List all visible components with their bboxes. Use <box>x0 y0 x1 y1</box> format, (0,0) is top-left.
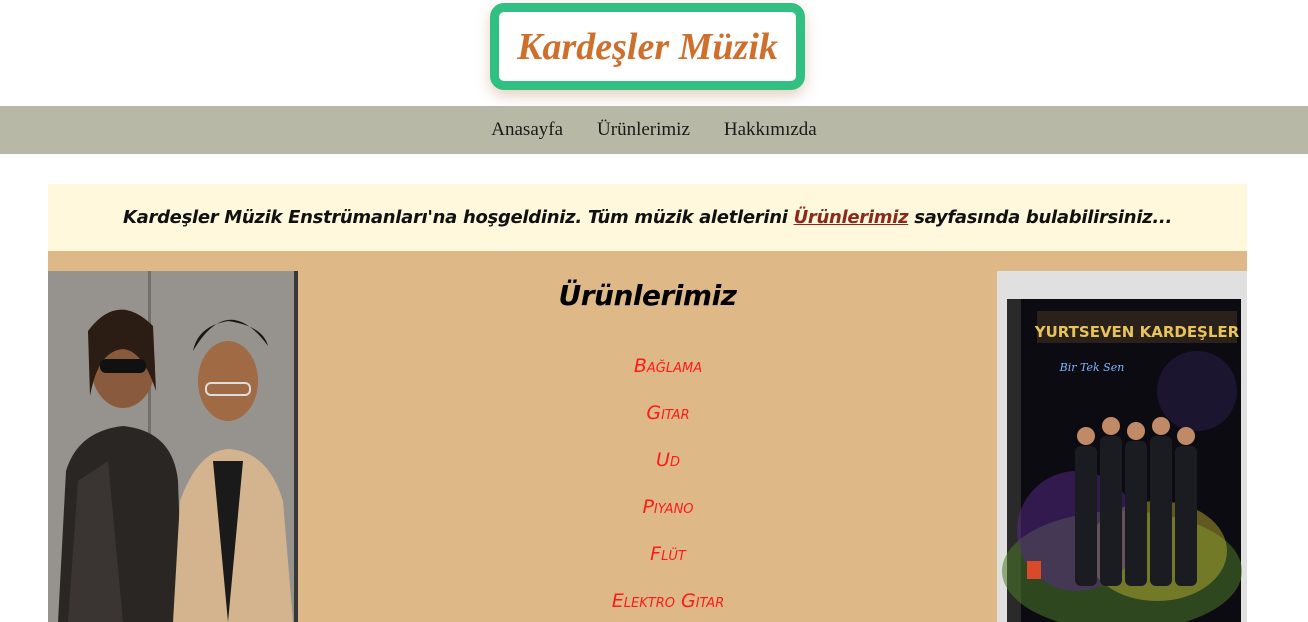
album-cover-photo: YURTSEVEN KARDEŞLER Bir Tek Sen <box>997 271 1247 622</box>
welcome-message: Kardeşler Müzik Enstrümanları'na hoşgeld… <box>123 207 1172 228</box>
product-link-baglama[interactable]: Bağlama <box>298 351 1038 398</box>
artists-photo <box>48 271 298 622</box>
welcome-text-after: sayfasında bulabilirsiniz... <box>908 207 1172 228</box>
main-navbar: Anasayfa Ürünlerimiz Hakkımızda <box>0 106 1308 154</box>
product-link-elektro-gitar[interactable]: Elektro Gitar <box>298 586 1038 622</box>
product-link-gitar[interactable]: Gitar <box>298 398 1038 445</box>
nav-link-about[interactable]: Hakkımızda <box>724 119 817 141</box>
welcome-products-link[interactable]: Ürünlerimiz <box>794 207 909 228</box>
welcome-banner: Kardeşler Müzik Enstrümanları'na hoşgeld… <box>48 184 1247 251</box>
welcome-text-before: Kardeşler Müzik Enstrümanları'na hoşgeld… <box>123 207 794 228</box>
album-subtitle: Bir Tek Sen <box>1059 361 1125 374</box>
nav-link-products[interactable]: Ürünlerimiz <box>597 119 690 141</box>
nav-link-home[interactable]: Anasayfa <box>491 119 563 141</box>
main-content: Ürünlerimiz Bağlama Gitar Ud Piyano Flüt… <box>48 251 1247 622</box>
product-link-flut[interactable]: Flüt <box>298 539 1038 586</box>
product-list: Bağlama Gitar Ud Piyano Flüt Elektro Git… <box>298 351 1038 622</box>
logo-text: Kardeşler Müzik <box>517 25 778 68</box>
site-logo[interactable]: Kardeşler Müzik <box>490 3 805 90</box>
album-title: YURTSEVEN KARDEŞLER <box>1034 323 1240 341</box>
products-title: Ürünlerimiz <box>558 279 737 312</box>
product-link-ud[interactable]: Ud <box>298 445 1038 492</box>
product-link-piyano[interactable]: Piyano <box>298 492 1038 539</box>
